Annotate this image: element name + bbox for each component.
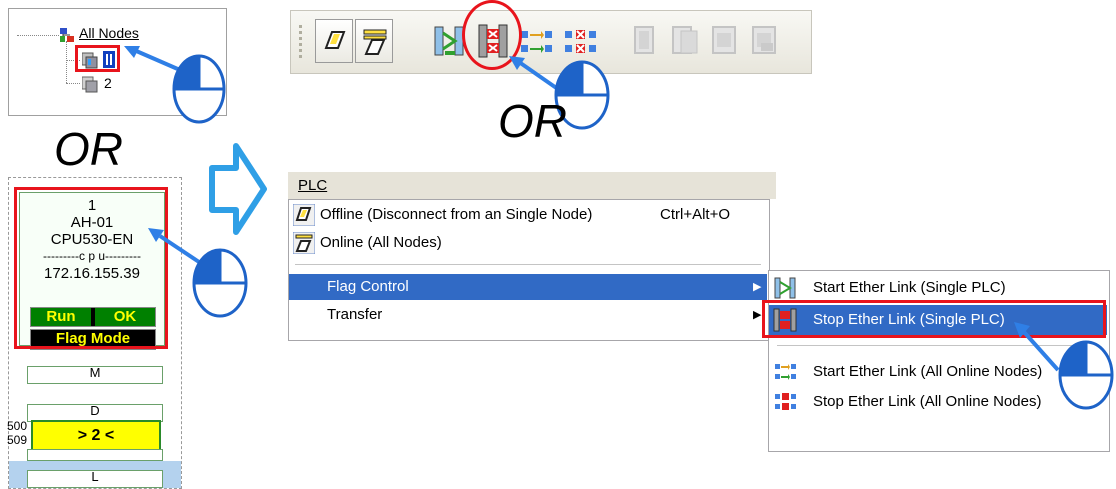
menu-bar: PLC	[288, 172, 776, 199]
menu-item-label: Flag Control	[327, 278, 409, 295]
submenu-arrow-icon: ▶	[753, 309, 762, 321]
online-icon	[292, 231, 316, 255]
or-label-toolbar: OR	[498, 95, 567, 147]
menu-item-offline[interactable]: Offline (Disconnect from an Single Node)…	[289, 202, 767, 228]
menu-separator	[295, 264, 761, 265]
menu-item-transfer[interactable]: Transfer ▶	[289, 302, 767, 328]
bar-m-label: M	[89, 365, 101, 380]
mouse-icon	[1058, 340, 1114, 410]
menu-item-flag-control[interactable]: Flag Control ▶	[289, 274, 767, 300]
submenu-item-label: Stop Ether Link (All Online Nodes)	[813, 393, 1042, 410]
node-status-panel: 1 AH-01 CPU530-EN ---------c p u--------…	[7, 177, 182, 489]
highlight-box	[14, 187, 168, 349]
plc-menu: Offline (Disconnect from an Single Node)…	[288, 199, 770, 341]
start-link-icon	[773, 276, 797, 300]
transfer-icon[interactable]	[707, 21, 743, 61]
memory-bar-d-end	[27, 449, 163, 461]
or-label-left: OR	[54, 123, 123, 175]
menu-item-online[interactable]: Online (All Nodes)	[289, 230, 767, 256]
menu-item-label: Transfer	[327, 306, 383, 323]
submenu-arrow-icon: ▶	[753, 281, 762, 293]
online-button[interactable]	[355, 19, 393, 63]
mouse-icon	[172, 54, 226, 124]
mouse-icon	[192, 248, 248, 318]
tree-connector	[66, 83, 80, 84]
bar-l-label: L	[91, 469, 99, 484]
submenu-item-label: Start Ether Link (Single PLC)	[813, 279, 1006, 296]
right-arrow-icon	[208, 142, 268, 236]
ether-link-block[interactable]: > 2 <	[31, 420, 161, 452]
memory-bar-l[interactable]: L	[27, 469, 163, 488]
tree-network-icon	[59, 27, 75, 43]
link-range-start: 500	[7, 419, 28, 433]
transfer-icon[interactable]	[667, 21, 703, 61]
transfer-icon[interactable]	[747, 21, 783, 61]
link-range-end: 509	[7, 433, 28, 447]
node-icon[interactable]	[81, 75, 100, 93]
stop-all-icon	[775, 392, 797, 412]
tree-connector	[17, 35, 59, 36]
submenu-item-start-single[interactable]: Start Ether Link (Single PLC)	[769, 273, 1107, 303]
tree-connector	[66, 41, 67, 83]
bar-d-label: D	[90, 403, 100, 418]
tree-node-2-label[interactable]: 2	[104, 75, 112, 91]
submenu-item-label: Start Ether Link (All Online Nodes)	[813, 363, 1043, 380]
highlight-box	[75, 45, 120, 72]
transfer-icon[interactable]	[627, 21, 663, 61]
tree-root-label[interactable]: All Nodes	[79, 25, 139, 41]
menu-item-label: Offline (Disconnect from an Single Node)	[320, 206, 593, 223]
offline-button[interactable]	[315, 19, 353, 63]
menu-item-label: Online (All Nodes)	[320, 234, 442, 251]
submenu-item-stop-all[interactable]: Stop Ether Link (All Online Nodes)	[769, 387, 1107, 417]
memory-bar-m[interactable]: M	[27, 365, 163, 384]
offline-icon	[292, 203, 316, 227]
start-all-icon	[775, 362, 797, 382]
menu-plc[interactable]: PLC	[298, 177, 327, 194]
menu-item-shortcut: Ctrl+Alt+O	[660, 206, 731, 223]
